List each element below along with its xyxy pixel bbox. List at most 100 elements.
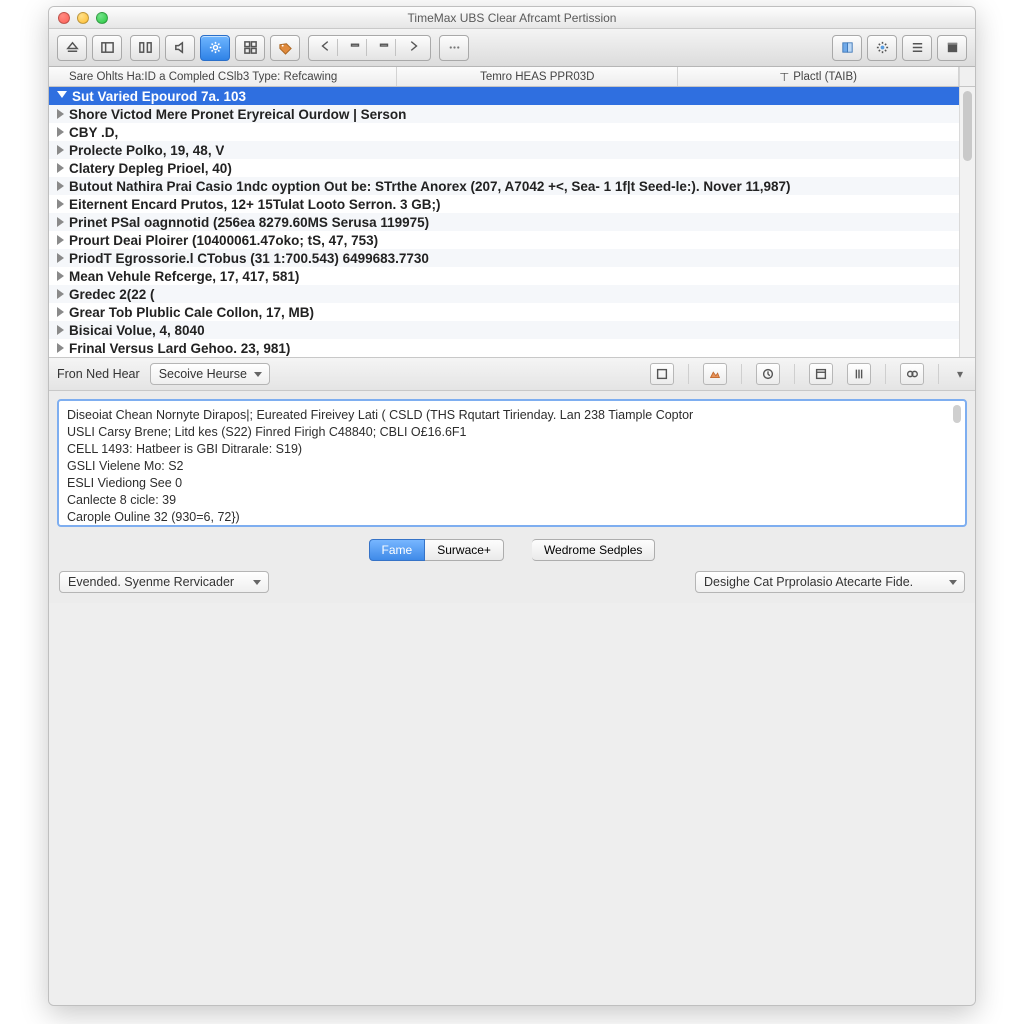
grid-button[interactable]: [235, 35, 265, 61]
filter-select[interactable]: Secoive Heurse: [150, 363, 270, 385]
separator: [741, 364, 742, 384]
disclosure-icon[interactable]: [57, 253, 64, 263]
segment-fame[interactable]: Fame: [369, 539, 426, 561]
disclosure-icon[interactable]: [57, 163, 64, 173]
tree-row[interactable]: Bisicai Volue, 4, 8040: [49, 321, 959, 339]
detail-line: CELL 1493: Hatbeer is GBI Ditrarale: S19…: [67, 441, 957, 458]
toolbar-group-left: [57, 35, 122, 61]
tree-row[interactable]: Prourt Deai Ploirer (10400061.47oko; tS,…: [49, 231, 959, 249]
forward-button[interactable]: [402, 39, 424, 56]
toolbar-group-2: [130, 35, 300, 61]
app-window: TimeMax UBS Clear Afrcamt Pertission: [48, 6, 976, 1006]
disclosure-icon[interactable]: [57, 199, 64, 209]
separator: [938, 364, 939, 384]
tree-row[interactable]: Butout Nathira Prai Casio 1ndc oyption O…: [49, 177, 959, 195]
tree-row[interactable]: Prolecte Polko, 19, 48, V: [49, 141, 959, 159]
mini-button-5[interactable]: [847, 363, 871, 385]
panel-button[interactable]: [92, 35, 122, 61]
disclosure-icon[interactable]: [57, 127, 64, 137]
disclosure-icon[interactable]: [57, 217, 64, 227]
tree-list-area: Sut Varied Epourod 7a. 103 Shore Victod …: [49, 87, 975, 357]
mini-button-6[interactable]: [900, 363, 924, 385]
column-header-3[interactable]: ⊤Plactl (TAIB): [678, 67, 959, 86]
disclosure-icon[interactable]: [57, 343, 64, 353]
detail-line: Canlecte 8 cicle: 39: [67, 492, 957, 509]
tree-row-label: Frinal Versus Lard Gehoo. 23, 981): [69, 341, 290, 356]
column-headers: Sare Ohlts Ha:ID a Compled CSlb3 Type: R…: [49, 67, 975, 87]
nav-segment: [308, 35, 431, 61]
gear-button[interactable]: [200, 35, 230, 61]
list-button[interactable]: [902, 35, 932, 61]
more-button[interactable]: [439, 35, 469, 61]
chevron-down-icon[interactable]: ▾: [953, 363, 967, 385]
disclosure-icon[interactable]: [57, 145, 64, 155]
detail-scrollbar[interactable]: [952, 405, 962, 521]
left-select[interactable]: Evended. Syenme Rervicader: [59, 571, 269, 593]
segment-surface[interactable]: Surwace+: [425, 539, 504, 561]
close-window-button[interactable]: [58, 12, 70, 24]
disclosure-icon[interactable]: [57, 181, 64, 191]
back-button[interactable]: [315, 39, 338, 56]
column-header-3-label: Plactl (TAIB): [793, 71, 857, 83]
rewind-button[interactable]: [344, 39, 367, 56]
mini-button-2[interactable]: [703, 363, 727, 385]
tree-row-label: Butout Nathira Prai Casio 1ndc oyption O…: [69, 179, 791, 194]
column-header-1[interactable]: Sare Ohlts Ha:ID a Compled CSlb3 Type: R…: [49, 67, 397, 86]
tag-button[interactable]: [270, 35, 300, 61]
tree-row[interactable]: Frinal Versus Lard Gehoo. 23, 981): [49, 339, 959, 357]
columns-button[interactable]: [130, 35, 160, 61]
tree-row-label: Eiternent Encard Prutos, 12+ 15Tulat Loo…: [69, 197, 440, 212]
tree-row[interactable]: Grear Tob Plublic Cale Collon, 17, MB): [49, 303, 959, 321]
column-header-2[interactable]: Temro HEAS PPR03D: [397, 67, 678, 86]
tree-row[interactable]: CBY .D,: [49, 123, 959, 141]
stop-button[interactable]: [373, 39, 396, 56]
tree-row[interactable]: Shore Victod Mere Pronet Eryreical Ourdo…: [49, 105, 959, 123]
titlebar: TimeMax UBS Clear Afrcamt Pertission: [49, 7, 975, 29]
right-select[interactable]: Desighe Cat Prprolasio Atecarte Fide.: [695, 571, 965, 593]
disclosure-icon[interactable]: [57, 307, 64, 317]
minimize-window-button[interactable]: [77, 12, 89, 24]
sound-button[interactable]: [165, 35, 195, 61]
tree-row[interactable]: Eiternent Encard Prutos, 12+ 15Tulat Loo…: [49, 195, 959, 213]
scroll-gutter-top: [959, 67, 975, 86]
tree-list[interactable]: Sut Varied Epourod 7a. 103 Shore Victod …: [49, 87, 959, 357]
disclosure-icon[interactable]: [57, 271, 64, 281]
book-button[interactable]: [832, 35, 862, 61]
disclosure-icon[interactable]: [57, 235, 64, 245]
settings-gear-button[interactable]: [867, 35, 897, 61]
detail-line: GSLI Vielene Mo: S2: [67, 458, 957, 475]
mini-button-1[interactable]: [650, 363, 674, 385]
tree-row[interactable]: Clatery Depleg Prioel, 40): [49, 159, 959, 177]
separator: [688, 364, 689, 384]
left-select-value: Evended. Syenme Rervicader: [68, 575, 234, 589]
traffic-lights: [58, 12, 108, 24]
film-button[interactable]: [937, 35, 967, 61]
detail-line: Carople Ouline 32 (930=6, 72}): [67, 509, 957, 526]
disclosure-icon[interactable]: [57, 289, 64, 299]
tree-row[interactable]: Mean Vehule Refcerge, 17, 417, 581): [49, 267, 959, 285]
mini-button-3[interactable]: [756, 363, 780, 385]
toolbar-group-right: [832, 35, 967, 61]
right-select-value: Desighe Cat Prprolasio Atecarte Fide.: [704, 575, 913, 589]
filter-label: Fron Ned Hear: [57, 367, 140, 381]
bottom-row: Evended. Syenme Rervicader Desighe Cat P…: [49, 569, 975, 603]
detail-pane[interactable]: Diseoiat Chean Nornyte Dirapos|; Eureate…: [57, 399, 967, 527]
disclosure-icon[interactable]: [57, 325, 64, 335]
tree-row[interactable]: Prinet PSal oagnnotid (256ea 8279.60MS S…: [49, 213, 959, 231]
detail-line: Diseoiat Chean Nornyte Dirapos|; Eureate…: [67, 407, 957, 424]
tree-row[interactable]: PriodT Egrossorie.l CTobus (31 1:700.543…: [49, 249, 959, 267]
disclosure-open-icon[interactable]: [57, 91, 67, 103]
tree-row-label: Shore Victod Mere Pronet Eryreical Ourdo…: [69, 107, 406, 122]
detail-line: USLI Carsy Brene; Litd kes (S22) Finred …: [67, 424, 957, 441]
tree-row-label: Mean Vehule Refcerge, 17, 417, 581): [69, 269, 299, 284]
zoom-window-button[interactable]: [96, 12, 108, 24]
tree-row[interactable]: Gredec 2(22 (: [49, 285, 959, 303]
vertical-scrollbar[interactable]: [959, 87, 975, 357]
mini-button-4[interactable]: [809, 363, 833, 385]
segment-wedrome[interactable]: Wedrome Sedples: [532, 539, 656, 561]
eject-button[interactable]: [57, 35, 87, 61]
disclosure-icon[interactable]: [57, 109, 64, 119]
tree-row-label: Sut Varied Epourod 7a. 103: [72, 89, 246, 104]
tree-row-label: Prolecte Polko, 19, 48, V: [69, 143, 224, 158]
tree-row[interactable]: Sut Varied Epourod 7a. 103: [49, 87, 959, 105]
